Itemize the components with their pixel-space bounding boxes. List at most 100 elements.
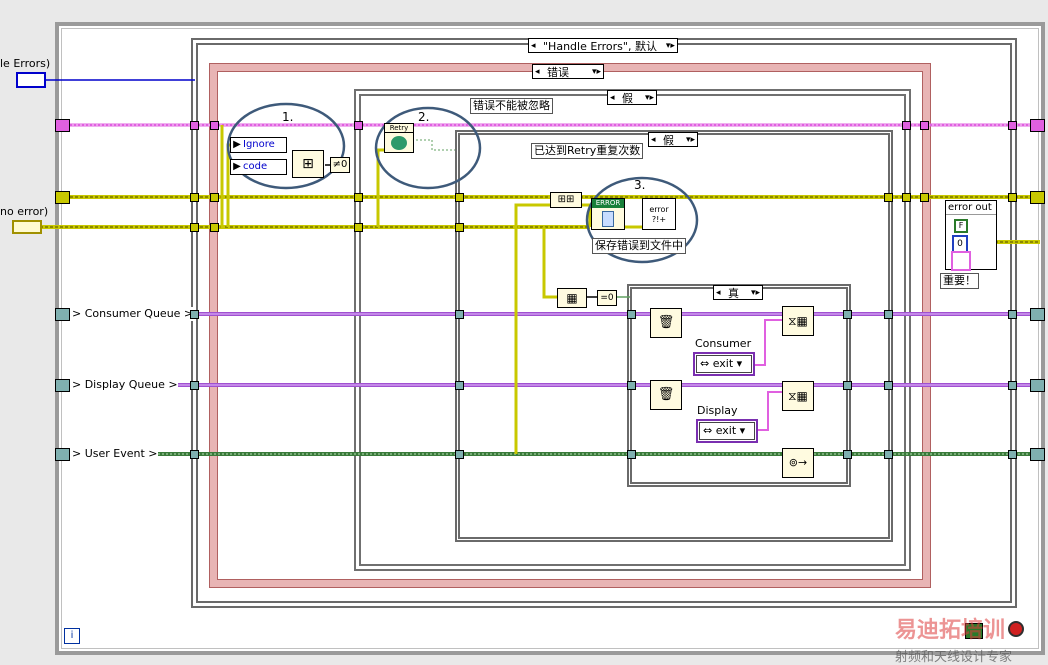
- release-queue-node-2[interactable]: 🗑: [650, 380, 682, 410]
- stop-condition-icon[interactable]: [1008, 621, 1024, 637]
- tunnel: [190, 381, 199, 390]
- info-icon[interactable]: i: [64, 628, 80, 644]
- error-out-title: error out: [946, 201, 996, 215]
- tunnel: [843, 450, 852, 459]
- error-in-terminal[interactable]: [12, 220, 42, 234]
- tunnel: [354, 223, 363, 232]
- no-error-label: no error): [0, 205, 49, 218]
- tunnel: [1008, 310, 1017, 319]
- enqueue-node-2[interactable]: ⧖▦: [782, 381, 814, 411]
- selector-prev-icon[interactable]: ◂: [651, 133, 656, 148]
- tunnel: [1008, 121, 1017, 130]
- tunnel: [884, 310, 893, 319]
- tunnel: [190, 450, 199, 459]
- tunnel: [455, 310, 464, 319]
- equals-zero-icon: =0: [600, 293, 614, 303]
- selector-next-icon[interactable]: ▾▸: [751, 286, 760, 301]
- tunnel: [1008, 193, 1017, 202]
- tunnel: [902, 121, 911, 130]
- tunnel: [190, 121, 199, 130]
- destroy-event-icon: ⊚→: [788, 456, 808, 469]
- selector-prev-icon[interactable]: ◂: [535, 65, 540, 80]
- consumer-queue-shift-register: [55, 308, 70, 321]
- selector-prev-icon[interactable]: ◂: [610, 91, 615, 106]
- selector-prev-icon[interactable]: ◂: [716, 286, 721, 301]
- error-status-indicator: F: [954, 219, 968, 233]
- unbundle-node[interactable]: ⊞: [292, 150, 324, 178]
- selector-next-icon[interactable]: ▾▸: [592, 65, 601, 80]
- handle-errors-terminal[interactable]: [16, 72, 46, 88]
- document-icon: [602, 211, 614, 227]
- error-dialog-node[interactable]: error ?!+: [642, 198, 676, 230]
- user-event-label: > User Event >: [72, 447, 158, 461]
- consumer-queue-label: > Consumer Queue >: [72, 307, 194, 321]
- dropdown-icon[interactable]: ▾: [737, 357, 743, 370]
- tunnel: [627, 450, 636, 459]
- consumer-enum[interactable]: ⇔ exit ▾: [693, 352, 755, 376]
- tunnel: [884, 381, 893, 390]
- true-case-selector[interactable]: ◂ 真 ▾▸: [713, 285, 763, 300]
- tunnel: [902, 193, 911, 202]
- tunnel: [190, 310, 199, 319]
- tunnel: [190, 223, 199, 232]
- equals-zero-node[interactable]: =0: [597, 290, 617, 306]
- consumer-caption: Consumer: [695, 337, 752, 351]
- shift-register-error-left: [55, 191, 70, 204]
- handle-errors-label: le Errors): [0, 57, 51, 70]
- tunnel: [843, 381, 852, 390]
- save-to-file-label: 保存错误到文件中: [592, 238, 686, 254]
- build-array-node[interactable]: ⊞⊞: [550, 192, 582, 208]
- array-grid-icon: ▦: [566, 291, 578, 305]
- selector-next-icon[interactable]: ▾▸: [645, 91, 654, 106]
- code-constant[interactable]: ▶ code: [230, 159, 287, 175]
- watermark-tagline: 射频和天线设计专家: [895, 650, 1013, 665]
- tunnel: [455, 450, 464, 459]
- selector-next-icon[interactable]: ▾▸: [666, 39, 675, 54]
- tunnel: [455, 223, 464, 232]
- display-enum[interactable]: ⇔ exit ▾: [696, 419, 758, 443]
- tunnel: [920, 193, 929, 202]
- retry-node[interactable]: Retry: [384, 123, 414, 153]
- trash-icon: 🗑: [657, 387, 675, 402]
- shift-register-error-right: [1030, 191, 1045, 204]
- annotation-one: 1.: [282, 110, 294, 124]
- tunnel: [627, 310, 636, 319]
- outer-case-selector[interactable]: ◂ "Handle Errors", 默认 ▾▸: [528, 38, 678, 53]
- tunnel: [354, 193, 363, 202]
- enum-arrows-icon: ⇔: [703, 424, 713, 437]
- unbundle-icon: ⊞: [302, 156, 314, 172]
- important-label: 重要！: [940, 273, 979, 289]
- tunnel: [1008, 381, 1017, 390]
- cannot-ignore-label: 错误不能被忽略: [470, 98, 553, 114]
- ignore-case-selector[interactable]: ◂ 假 ▾▸: [607, 90, 657, 105]
- retry-case-selector[interactable]: ◂ 假 ▾▸: [648, 132, 698, 147]
- selector-next-icon[interactable]: ▾▸: [686, 133, 695, 148]
- retry-reached-label: 已达到Retry重复次数: [531, 143, 644, 159]
- annotation-three: 3.: [634, 178, 646, 192]
- enqueue-node-1[interactable]: ⧖▦: [782, 306, 814, 336]
- tunnel: [210, 223, 219, 232]
- error-case-selector[interactable]: ◂ 错误 ▾▸: [532, 64, 604, 79]
- tunnel: [210, 193, 219, 202]
- array-icon: ⊞⊞: [557, 194, 575, 205]
- dropdown-icon[interactable]: ▾: [740, 424, 746, 437]
- tunnel: [884, 450, 893, 459]
- display-queue-label: > Display Queue >: [72, 378, 178, 392]
- error-out-cluster[interactable]: error out F 0: [945, 200, 997, 271]
- arrow-icon: ▶: [233, 161, 241, 172]
- tunnel: [455, 381, 464, 390]
- error-source-indicator: [951, 251, 971, 271]
- ignore-constant[interactable]: ▶ Ignore: [230, 137, 287, 153]
- error-log-node[interactable]: ERROR: [591, 198, 625, 230]
- array-size-node[interactable]: ▦: [557, 288, 587, 308]
- selector-prev-icon[interactable]: ◂: [531, 39, 536, 54]
- tunnel: [455, 193, 464, 202]
- release-queue-node-1[interactable]: 🗑: [650, 308, 682, 338]
- arrow-icon: ▶: [233, 139, 241, 150]
- tunnel: [354, 121, 363, 130]
- compare-node[interactable]: ≠0: [330, 157, 350, 173]
- destroy-user-event-node[interactable]: ⊚→: [782, 448, 814, 478]
- shift-register-pink-left: [55, 119, 70, 132]
- shift-register-pink-right: [1030, 119, 1045, 132]
- user-event-shift-register: [55, 448, 70, 461]
